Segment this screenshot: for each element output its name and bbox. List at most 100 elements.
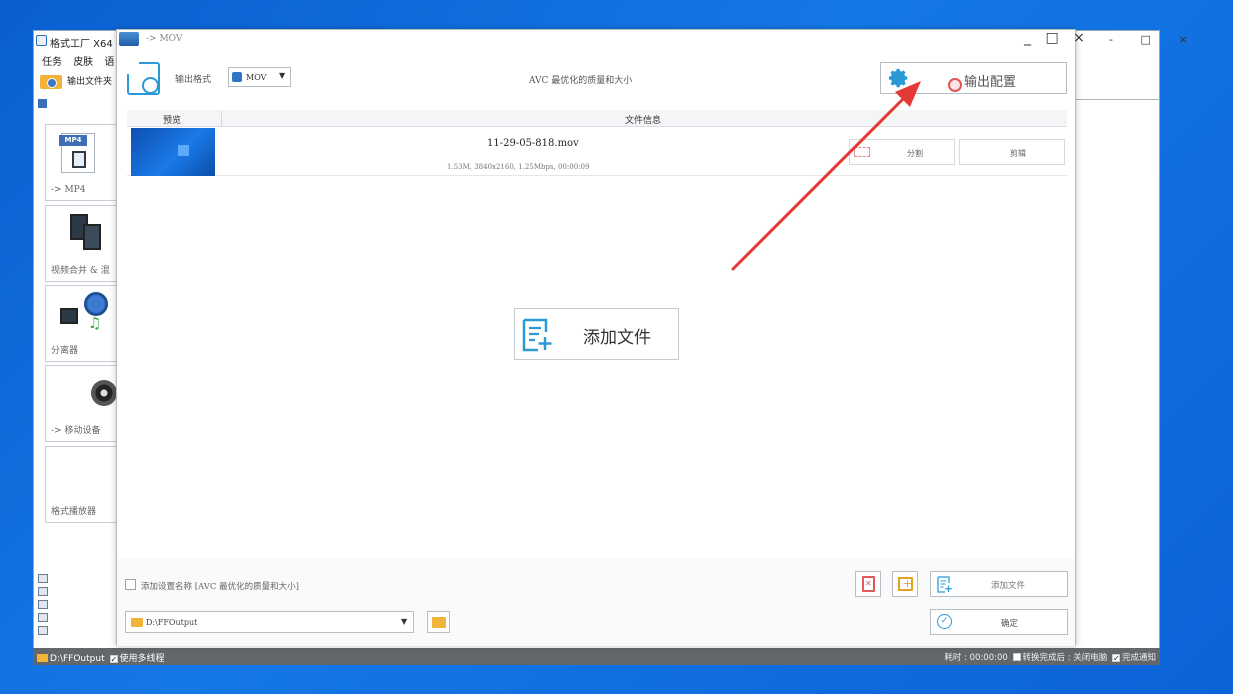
folder-icon bbox=[37, 654, 48, 662]
tool-icon-3[interactable] bbox=[38, 600, 48, 609]
after-convert-label: 转换完成后 : 关闭电脑 bbox=[1022, 653, 1108, 663]
check-circle-icon: ✓ bbox=[937, 614, 952, 629]
center-add-file-button[interactable]: 添加文件 bbox=[514, 308, 679, 360]
windows-logo-icon bbox=[178, 145, 189, 156]
ok-label: 确定 bbox=[1001, 619, 1019, 629]
header-preview: 预览 bbox=[163, 116, 182, 126]
output-format-icon bbox=[126, 61, 160, 95]
ok-button[interactable]: ✓ 确定 bbox=[930, 609, 1068, 635]
add-setting-name-checkbox[interactable] bbox=[125, 579, 136, 590]
center-add-file-label: 添加文件 bbox=[583, 328, 651, 348]
app-logo-icon bbox=[119, 32, 139, 46]
notify-label: 完成通知 bbox=[1121, 653, 1156, 663]
status-left: D:\FFOutput 使用多线程 bbox=[37, 651, 165, 664]
add-folder-button[interactable] bbox=[892, 571, 918, 597]
category-label: 分离器 bbox=[51, 346, 79, 356]
output-format-value: MOV bbox=[246, 73, 267, 82]
convert-dialog: -> MOV _ □ × 输出格式 MOV ▼ AVC 最优化的质量和大小 输出… bbox=[116, 29, 1085, 646]
file-name: 11-29-05-818.mov bbox=[487, 138, 579, 149]
main-window-controls[interactable]: - □ × bbox=[1109, 33, 1200, 46]
multithread-label: 使用多线程 bbox=[119, 654, 165, 664]
menu-bar: 任务 皮肤 语 bbox=[42, 53, 122, 68]
output-folder-toolbar-button[interactable]: 输出文件夹 bbox=[40, 74, 112, 89]
tool-icon-4[interactable] bbox=[38, 613, 48, 622]
mp4-badge: MP4 bbox=[59, 135, 87, 146]
cut-button[interactable]: 剪辑 bbox=[959, 139, 1065, 165]
mp4-file-icon: MP4 bbox=[59, 133, 95, 173]
category-player[interactable]: 格式播放器 bbox=[45, 446, 126, 523]
add-folder-icon bbox=[898, 577, 913, 591]
elapsed-time: 耗时 : 00:00:00 bbox=[944, 653, 1008, 663]
quality-preset-text: AVC 最优化的质量和大小 bbox=[529, 76, 633, 86]
film-icon bbox=[60, 308, 78, 324]
split-icon bbox=[854, 147, 870, 157]
folder-icon bbox=[432, 617, 446, 628]
category-label: -> MP4 bbox=[51, 185, 86, 195]
file-meta: 1.53M, 3840x2160, 1.25Mbps, 00:00:09 bbox=[447, 163, 590, 171]
tool-icon-1[interactable] bbox=[38, 574, 48, 583]
output-path-select[interactable]: D:\FFOutput ▼ bbox=[125, 611, 414, 633]
header-file-info: 文件信息 bbox=[625, 116, 662, 126]
split-button[interactable]: 分割 bbox=[849, 139, 955, 165]
output-config-label: 输出配置 bbox=[964, 75, 1017, 90]
remove-file-button[interactable] bbox=[855, 571, 881, 597]
add-file-icon bbox=[937, 576, 952, 593]
category-splitter[interactable]: ♫ 分离器 bbox=[45, 285, 125, 362]
delete-file-icon bbox=[862, 576, 875, 592]
menu-item-skin[interactable]: 皮肤 bbox=[73, 57, 93, 68]
app-icon bbox=[36, 35, 47, 46]
browse-folder-button[interactable] bbox=[427, 611, 450, 633]
category-label: 格式播放器 bbox=[51, 507, 97, 517]
dialog-window-controls[interactable]: _ □ × bbox=[1024, 30, 1090, 46]
category-label: 视频合并 & 混 bbox=[51, 266, 110, 276]
main-window-title: 格式工厂 X64 5 bbox=[50, 39, 123, 50]
after-convert-checkbox[interactable] bbox=[1012, 653, 1021, 661]
chevron-down-icon: ▼ bbox=[279, 71, 286, 80]
dialog-titlebar: -> MOV _ □ × bbox=[117, 30, 1085, 50]
film-strip-icon-2 bbox=[83, 224, 101, 250]
output-path-value: D:\FFOutput bbox=[146, 618, 198, 627]
split-label: 分割 bbox=[907, 149, 923, 158]
reel-icon bbox=[84, 292, 108, 316]
file-list-header: 预览 文件信息 bbox=[127, 110, 1067, 127]
output-folder-icon bbox=[40, 74, 62, 89]
gear-icon bbox=[888, 68, 908, 88]
tool-icon-5[interactable] bbox=[38, 626, 48, 635]
add-setting-name-label: 添加设置名称 [AVC 最优化的质量和大小] bbox=[141, 582, 299, 592]
category-mp4[interactable]: MP4 -> MP4 bbox=[45, 124, 125, 201]
sidebar-toggle-icon[interactable] bbox=[38, 99, 47, 108]
cut-label: 剪辑 bbox=[1010, 149, 1026, 158]
bottom-panel: 添加设置名称 [AVC 最优化的质量和大小] D:\FFOutput ▼ 添加文… bbox=[117, 558, 1075, 646]
status-bar: D:\FFOutput 使用多线程 耗时 : 00:00:00 转换完成后 : … bbox=[33, 648, 1160, 665]
category-mobile[interactable]: -> 移动设备 bbox=[45, 365, 125, 442]
output-format-select[interactable]: MOV ▼ bbox=[228, 67, 291, 87]
right-pane-divider bbox=[1074, 99, 1160, 100]
output-config-button[interactable]: 输出配置 bbox=[880, 62, 1067, 94]
film-icon bbox=[72, 151, 86, 168]
notify-checkbox[interactable] bbox=[1111, 654, 1120, 662]
status-output-path[interactable]: D:\FFOutput bbox=[50, 654, 105, 664]
video-thumbnail bbox=[131, 128, 215, 176]
header-divider bbox=[221, 111, 222, 126]
sidebar-tools bbox=[38, 574, 118, 639]
mov-format-icon bbox=[232, 72, 242, 82]
file-row[interactable]: 11-29-05-818.mov 1.53M, 3840x2160, 1.25M… bbox=[127, 128, 1067, 176]
menu-item-task[interactable]: 任务 bbox=[42, 57, 62, 68]
music-note-icon: ♫ bbox=[88, 314, 102, 332]
category-label: -> 移动设备 bbox=[51, 426, 101, 436]
disc-icon bbox=[91, 380, 117, 406]
add-file-button[interactable]: 添加文件 bbox=[930, 571, 1068, 597]
status-right: 耗时 : 00:00:00 转换完成后 : 关闭电脑 完成通知 bbox=[944, 651, 1156, 663]
menu-item-language[interactable]: 语 bbox=[104, 57, 114, 68]
multithread-checkbox[interactable] bbox=[109, 655, 118, 663]
category-video-merge[interactable]: 视频合并 & 混 bbox=[45, 205, 125, 282]
output-folder-label: 输出文件夹 bbox=[67, 77, 113, 87]
add-file-icon bbox=[522, 318, 552, 352]
folder-icon bbox=[131, 618, 143, 627]
output-format-label: 输出格式 bbox=[175, 75, 212, 85]
dialog-title: -> MOV bbox=[146, 34, 183, 44]
tool-icon-2[interactable] bbox=[38, 587, 48, 596]
click-indicator-icon bbox=[948, 78, 962, 92]
add-file-label: 添加文件 bbox=[991, 581, 1026, 591]
chevron-down-icon: ▼ bbox=[401, 617, 408, 626]
